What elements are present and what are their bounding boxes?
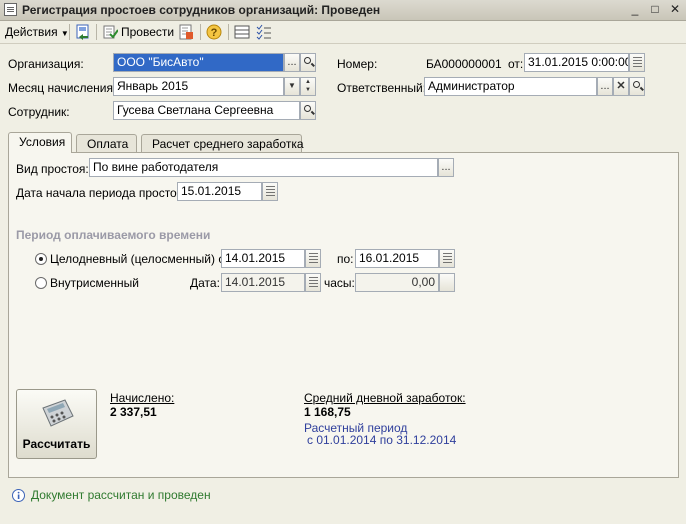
window-title: Регистрация простоев сотрудников организ…	[22, 3, 381, 17]
employee-field[interactable]: Гусева Светлана Сергеевна	[113, 101, 300, 120]
month-spin-button[interactable]: ▲ ▼	[300, 77, 316, 96]
toolbar: Действия ▼ Провести ?	[0, 21, 686, 44]
maximize-button[interactable]: □	[647, 2, 663, 17]
downtime-type-select-button[interactable]: ...	[438, 158, 454, 177]
toolbar-separator	[96, 24, 97, 40]
calendar-icon[interactable]	[262, 182, 278, 201]
number-label: Номер:	[337, 57, 378, 71]
calculate-button[interactable]: Рассчитать	[16, 389, 97, 459]
post-button[interactable]: Провести	[121, 25, 174, 39]
close-button[interactable]: ✕	[667, 2, 683, 17]
start-date-field[interactable]: 15.01.2015	[177, 182, 262, 201]
calendar-icon[interactable]	[305, 249, 321, 268]
organization-search-icon[interactable]	[300, 53, 316, 72]
spin-down-icon[interactable]: ▼	[305, 87, 311, 93]
date-label: от:	[508, 57, 524, 71]
accrued-value: 2 337,51	[110, 405, 157, 419]
title-bar: Регистрация простоев сотрудников организ…	[0, 0, 686, 21]
help-icon[interactable]: ?	[206, 24, 222, 40]
document-icon	[4, 3, 17, 16]
calendar-icon[interactable]	[629, 53, 645, 72]
average-earnings-value: 1 168,75	[304, 405, 351, 419]
downtime-type-label: Вид простоя:	[16, 162, 89, 176]
responsible-select-button[interactable]: ...	[597, 77, 613, 96]
toolbar-separator	[228, 24, 229, 40]
responsible-search-icon[interactable]	[629, 77, 645, 96]
month-label: Месяц начисления:	[8, 81, 117, 95]
calendar-icon[interactable]	[439, 249, 455, 268]
fullday-radio[interactable]	[35, 253, 47, 265]
responsible-field[interactable]: Администратор	[424, 77, 597, 96]
hours-label: часы:	[324, 276, 355, 290]
organization-select-button[interactable]: ...	[284, 53, 300, 72]
minimize-button[interactable]: _	[627, 2, 643, 17]
employee-label: Сотрудник:	[8, 105, 70, 119]
number-value: БА000000001	[426, 57, 502, 71]
organization-label: Организация:	[8, 57, 84, 71]
intraday-date-field[interactable]: 14.01.2015	[221, 273, 305, 292]
calculator-icon	[39, 398, 75, 431]
actions-label: Действия	[5, 25, 58, 39]
list-check-icon[interactable]	[256, 24, 272, 40]
accrued-label: Начислено:	[110, 391, 175, 405]
toolbar-separator	[69, 24, 70, 40]
fullday-to-field[interactable]: 16.01.2015	[355, 249, 439, 268]
employee-search-icon[interactable]	[300, 101, 316, 120]
downtime-type-field[interactable]: По вине работодателя	[89, 158, 438, 177]
report-icon[interactable]	[178, 24, 194, 40]
document-date-field[interactable]: 31.01.2015 0:00:00	[524, 53, 629, 72]
svg-text:?: ?	[211, 27, 218, 39]
tab-conditions[interactable]: Условия	[8, 132, 72, 153]
structure-icon[interactable]	[234, 24, 250, 40]
clear-icon[interactable]: ✕	[613, 77, 629, 96]
hours-field[interactable]: 0,00	[355, 273, 439, 292]
to-label: по:	[337, 252, 354, 266]
tab-payment[interactable]: Оплата	[76, 134, 137, 152]
intraday-label: Внутрисменный	[50, 276, 140, 290]
toolbar-separator	[200, 24, 201, 40]
calc-period-value: с 01.01.2014 по 31.12.2014	[307, 433, 457, 447]
spin-up-icon[interactable]: ▲	[305, 79, 311, 85]
fullday-label: Целодневный (целосменный) с:	[50, 252, 228, 266]
average-earnings-label: Средний дневной заработок:	[304, 391, 466, 405]
post-icon[interactable]	[102, 24, 119, 40]
intraday-date-label: Дата:	[190, 276, 220, 290]
organization-field[interactable]: ООО "БисАвто"	[113, 53, 284, 72]
actions-menu[interactable]: Действия ▼	[5, 25, 69, 39]
month-field[interactable]: Январь 2015	[113, 77, 284, 96]
chevron-down-icon: ▼	[60, 29, 69, 38]
section-title: Период оплачиваемого времени	[16, 228, 211, 242]
month-dropdown-button[interactable]: ▼	[284, 77, 300, 96]
tab-average-earnings[interactable]: Расчет среднего заработка	[141, 134, 304, 152]
intraday-radio[interactable]	[35, 277, 47, 289]
responsible-label: Ответственный:	[337, 81, 427, 95]
hours-dropdown-button[interactable]	[439, 273, 455, 292]
fullday-from-field[interactable]: 14.01.2015	[221, 249, 305, 268]
calculate-button-label: Рассчитать	[22, 437, 91, 451]
calendar-icon[interactable]	[305, 273, 321, 292]
status-message: Документ рассчитан и проведен	[31, 488, 211, 502]
save-close-icon[interactable]	[75, 24, 91, 40]
start-date-label: Дата начала периода простоя:	[16, 186, 187, 200]
info-icon	[12, 489, 25, 505]
